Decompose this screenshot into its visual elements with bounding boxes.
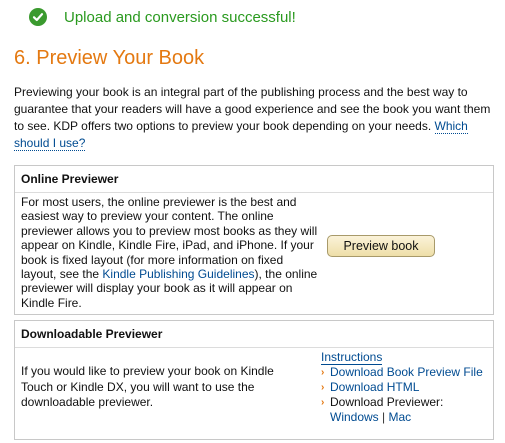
arrow-right-icon: › [321,367,325,378]
download-previewer-row: › Download Previewer: [321,395,493,410]
platform-separator: | [382,410,386,424]
download-links: Instructions › Download Book Preview Fil… [321,350,493,425]
instructions-link[interactable]: Instructions [321,350,493,365]
platform-links: Windows | Mac [321,410,493,425]
download-html-link[interactable]: Download HTML [330,380,419,395]
online-previewer-description: For most users, the online previewer is … [21,195,319,310]
intro-text: Previewing your book is an integral part… [14,85,491,133]
arrow-right-icon: › [321,382,325,393]
download-html-row: › Download HTML [321,380,493,395]
online-previewer-title: Online Previewer [15,166,493,193]
downloadable-previewer-title: Downloadable Previewer [15,321,493,348]
download-book-preview-file-link[interactable]: Download Book Preview File [330,365,483,380]
success-banner: Upload and conversion successful! [29,6,296,28]
download-preview-file-row: › Download Book Preview File [321,365,493,380]
online-previewer-panel: Online Previewer For most users, the onl… [14,165,494,315]
downloadable-previewer-panel: Downloadable Previewer If you would like… [14,320,494,440]
intro-paragraph: Previewing your book is an integral part… [14,84,496,152]
kindle-publishing-guidelines-link[interactable]: Kindle Publishing Guidelines [102,267,254,281]
windows-download-link[interactable]: Windows [330,410,379,424]
arrow-right-icon: › [321,397,325,408]
checkmark-icon [29,8,47,26]
preview-page: Upload and conversion successful! 6. Pre… [0,0,505,443]
downloadable-previewer-description: If you would like to preview your book o… [21,364,274,409]
page-title: 6. Preview Your Book [14,47,205,69]
mac-download-link[interactable]: Mac [389,410,412,424]
success-message: Upload and conversion successful! [64,8,296,26]
download-previewer-label: Download Previewer: [330,395,444,409]
preview-book-button[interactable]: Preview book [327,235,435,257]
